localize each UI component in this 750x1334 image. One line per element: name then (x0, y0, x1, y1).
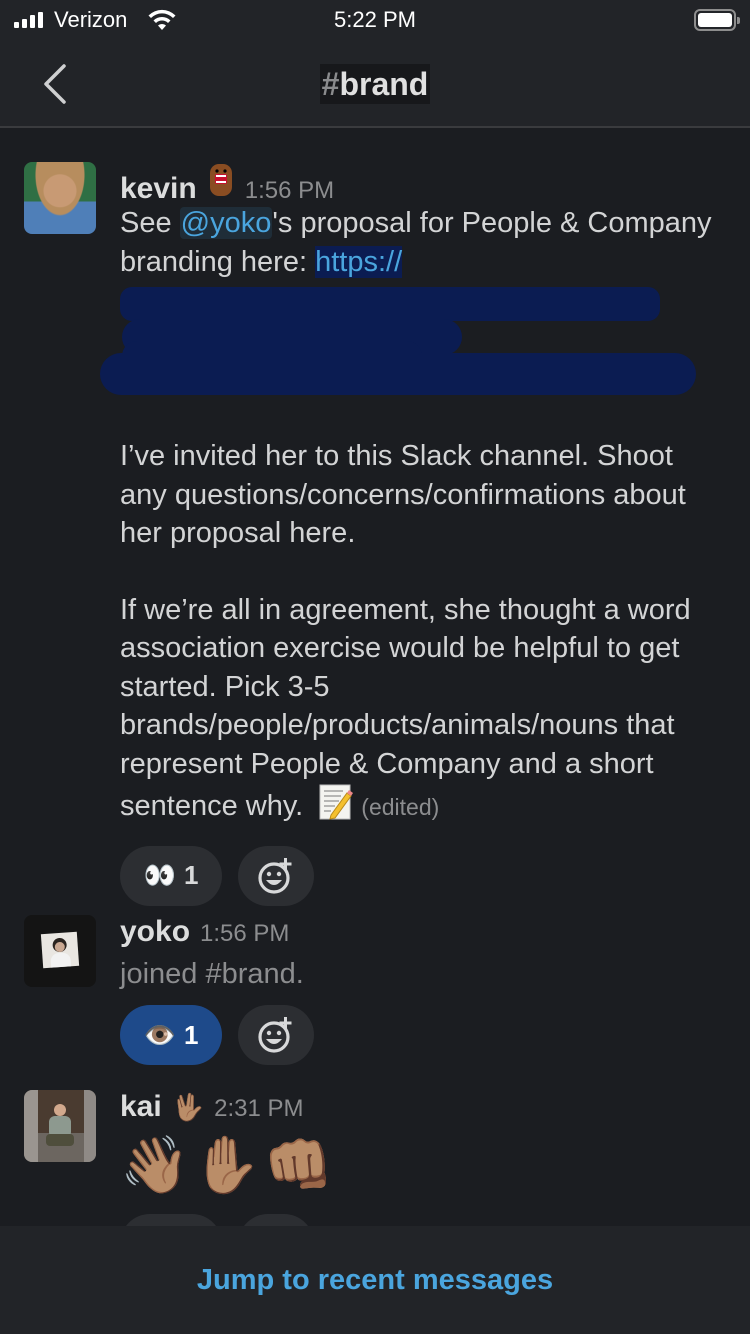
add-reaction-button[interactable] (238, 1214, 314, 1226)
channel-hash: # (321, 66, 340, 102)
eyes-emoji: 👀 (143, 860, 176, 890)
message-time: 1:56 PM (244, 177, 335, 204)
domo-status-icon (207, 162, 235, 205)
channel-name: brand (339, 66, 429, 102)
add-reaction-button[interactable] (238, 845, 314, 906)
avatar-kai[interactable] (24, 1090, 96, 1162)
author-name[interactable]: kevin (120, 172, 197, 206)
jump-to-recent-bar: Jump to recent messages (0, 1226, 750, 1334)
author-name[interactable]: yoko (120, 915, 190, 949)
message-paragraph: If we’re all in agreement, she thought a… (120, 593, 691, 823)
message-list[interactable]: kevin 1:56 PM See @yoko's proposal for P… (0, 130, 750, 1226)
author-name[interactable]: kai (120, 1090, 162, 1124)
channel-title[interactable]: #brand (0, 64, 750, 104)
redacted-link-start[interactable]: https:// (315, 245, 403, 278)
battery-icon (694, 9, 740, 31)
jumbo-emoji-message: 👋🏽✋🏽👊🏽 (120, 1133, 336, 1196)
add-reaction-icon (258, 857, 292, 894)
avatar-kevin[interactable] (24, 162, 96, 234)
message-text: See @yoko's proposal for People & Compan… (100, 204, 726, 832)
reactions-bar (120, 1214, 726, 1226)
reaction-partial[interactable] (120, 1214, 222, 1226)
reactions-bar: 👀 1 (120, 845, 726, 906)
jump-to-recent-button[interactable]: Jump to recent messages (197, 1264, 553, 1297)
slack-channel-screen: Verizon 5:22 PM #brand kevin 1:56 PM See… (0, 0, 750, 1334)
avatar-yoko[interactable] (24, 915, 96, 987)
add-reaction-icon (258, 1017, 292, 1053)
message-time: 2:31 PM (214, 1095, 304, 1122)
message-time: 1:56 PM (200, 920, 290, 947)
reactions-bar: 👁️ 1 (120, 1005, 726, 1065)
redacted-link[interactable] (100, 281, 726, 399)
memo-emoji (319, 783, 354, 832)
system-message: joined #brand. (120, 958, 304, 990)
reaction-eyes[interactable]: 👀 1 (120, 845, 222, 906)
reaction-count: 1 (183, 860, 199, 890)
message-paragraph: I’ve invited her to this Slack channel. … (120, 440, 686, 549)
reaction-count: 1 (183, 1019, 199, 1050)
channel-header: #brand (0, 40, 750, 128)
status-time: 5:22 PM (334, 7, 416, 32)
edited-label: (edited) (361, 794, 440, 820)
user-mention[interactable]: @yoko (179, 207, 273, 239)
add-reaction-button[interactable] (238, 1005, 314, 1065)
status-bar: Verizon 5:22 PM (0, 0, 750, 40)
reaction-eye[interactable]: 👁️ 1 (120, 1005, 222, 1065)
vulcan-salute-status-icon: 🖖🏽 (171, 1092, 205, 1122)
eye-emoji: 👁️ (143, 1019, 176, 1050)
